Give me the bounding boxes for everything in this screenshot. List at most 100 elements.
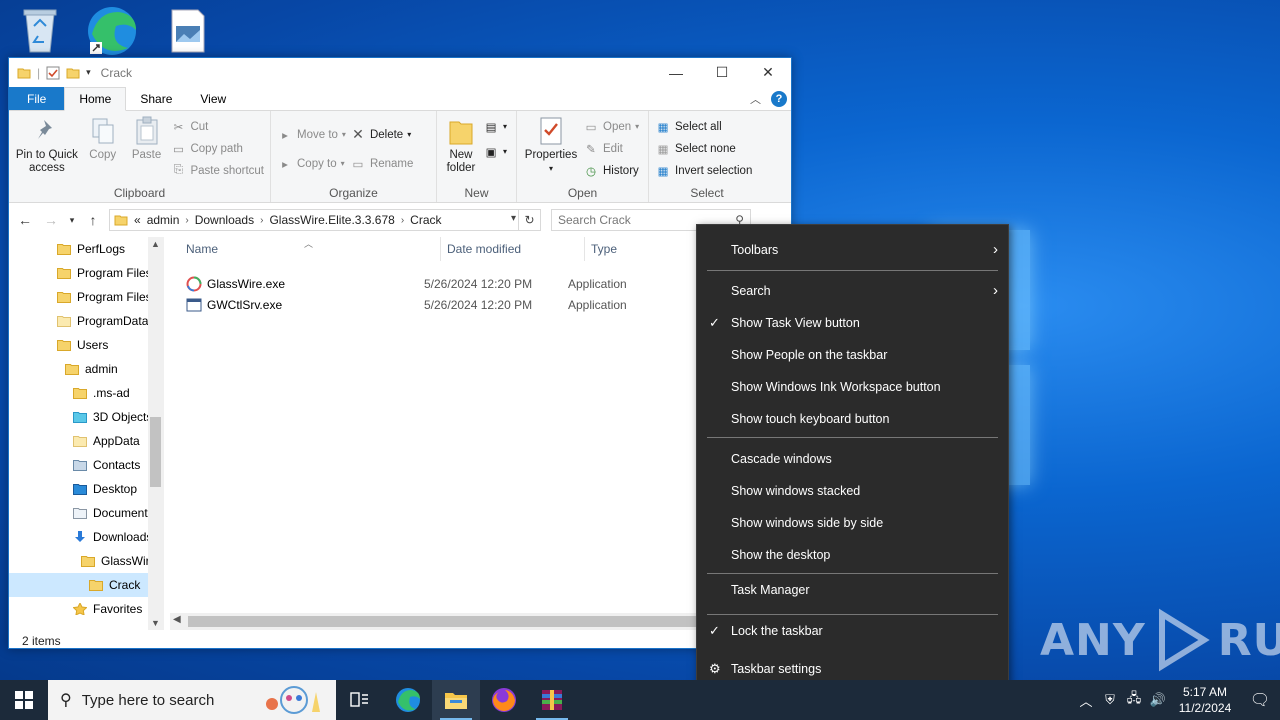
file-explorer-window[interactable]: | ▾ Crack — ☐ ✕ File Home Share View ︿ ?… [8, 57, 792, 649]
edge-shortcut-icon[interactable] [84, 4, 140, 55]
open-button[interactable]: ▭ Open ▾ [583, 117, 640, 136]
nav-item-crack[interactable]: Crack [9, 573, 149, 597]
nav-item-contacts[interactable]: Contacts [9, 453, 149, 477]
refresh-icon[interactable]: ↻ [518, 210, 540, 230]
breadcrumb-separator-icon[interactable]: › [401, 215, 404, 226]
paste-shortcut-button[interactable]: ⎘ Paste shortcut [170, 161, 264, 180]
menu-item-show-windows-side-by-side[interactable]: Show windows side by side [697, 509, 1008, 537]
maximize-button[interactable]: ☐ [699, 58, 745, 87]
menu-item-lock-the-taskbar[interactable]: ✓ Lock the taskbar [697, 617, 1008, 645]
nav-item-program-files[interactable]: Program Files [9, 285, 149, 309]
nav-item-admin[interactable]: admin [9, 357, 149, 381]
edit-button[interactable]: ✎ Edit [583, 139, 639, 158]
nav-item-glasswire[interactable]: GlassWire [9, 549, 149, 573]
breadcrumb-separator-icon[interactable]: › [260, 215, 263, 226]
delete-button[interactable]: ✕ Delete ▾ [350, 125, 413, 144]
select-all-button[interactable]: ▦ Select all [655, 117, 752, 136]
taskbar-file-explorer[interactable] [432, 680, 480, 720]
column-header-type[interactable]: Type [585, 237, 695, 261]
nav-item-program-files[interactable]: Program Files [9, 261, 149, 285]
address-bar[interactable]: « admin › Downloads › GlassWire.Elite.3.… [109, 209, 541, 231]
nav-item-ms-ad[interactable]: .ms-ad [9, 381, 149, 405]
menu-item-toolbars[interactable]: Toolbars › [697, 236, 1008, 264]
menu-item-show-the-desktop[interactable]: Show the desktop [697, 541, 1008, 569]
qat-dropdown-icon[interactable]: ▾ [86, 67, 91, 78]
menu-item-show-task-view-button[interactable]: ✓ Show Task View button [697, 309, 1008, 337]
scroll-left-icon[interactable]: ◀ [173, 614, 181, 625]
menu-item-search[interactable]: Search › [697, 277, 1008, 305]
nav-item-3d-objects[interactable]: 3D Objects [9, 405, 149, 429]
taskbar-firefox[interactable] [480, 680, 528, 720]
nav-item-favorites[interactable]: Favorites [9, 597, 149, 621]
notifications-icon[interactable]: 🗨 [1240, 690, 1280, 710]
cut-button[interactable]: ✂ Cut [170, 117, 264, 136]
taskbar-edge[interactable] [384, 680, 432, 720]
menu-item-show-windows-stacked[interactable]: Show windows stacked [697, 477, 1008, 505]
taskbar[interactable]: ⚲ Type here to search ︿ ⛨ 🖧 🔊 5:17 AM 11… [0, 680, 1280, 720]
tab-share[interactable]: Share [126, 87, 186, 110]
tab-file[interactable]: File [9, 87, 65, 110]
nav-item-perflogs[interactable]: PerfLogs [9, 237, 149, 261]
collapse-ribbon-icon[interactable]: ︿ [750, 91, 761, 107]
security-icon[interactable]: ⛨ [1098, 692, 1122, 708]
start-button[interactable] [0, 680, 48, 720]
invert-selection-button[interactable]: ▦ Invert selection [655, 161, 753, 180]
properties-quick-icon[interactable] [46, 66, 60, 80]
task-view-button[interactable] [336, 680, 384, 720]
breadcrumb-admin[interactable]: admin [147, 213, 180, 227]
title-bar[interactable]: | ▾ Crack — ☐ ✕ [9, 58, 791, 87]
breadcrumb-downloads[interactable]: Downloads [195, 213, 254, 227]
close-button[interactable]: ✕ [745, 58, 791, 87]
nav-item-downloads[interactable]: Downloads [9, 525, 149, 549]
nav-scrollbar[interactable]: ▲ ▼ [148, 237, 163, 630]
nav-item-desktop[interactable]: Desktop [9, 477, 149, 501]
minimize-button[interactable]: — [653, 58, 699, 87]
navigation-pane[interactable]: PerfLogs Program Files Program Files Progra… [9, 237, 164, 630]
menu-item-task-manager[interactable]: Task Manager [697, 576, 1008, 604]
menu-item-cascade-windows[interactable]: Cascade windows [697, 445, 1008, 473]
breadcrumb-overflow[interactable]: « [134, 213, 141, 227]
taskbar-search-box[interactable]: ⚲ Type here to search [48, 680, 336, 720]
breadcrumb-glasswire[interactable]: GlassWire.Elite.3.3.678 [269, 213, 394, 227]
menu-item-show-windows-ink-workspace-button[interactable]: Show Windows Ink Workspace button [697, 373, 1008, 401]
volume-icon[interactable]: 🔊 [1146, 692, 1170, 708]
back-arrow-icon[interactable]: ← [15, 212, 35, 228]
tab-home[interactable]: Home [64, 87, 127, 111]
taskbar-winrar[interactable] [528, 680, 576, 720]
column-header-name[interactable]: Name [164, 237, 441, 261]
image-file-icon[interactable] [160, 6, 216, 56]
copy-to-button[interactable]: ▸ Copy to ▾ [277, 154, 346, 173]
recycle-bin-icon[interactable] [12, 6, 68, 56]
nav-scroll-thumb[interactable] [150, 417, 161, 487]
nav-item-programdata[interactable]: ProgramData [9, 309, 149, 333]
copy-path-button[interactable]: ▭ Copy path [170, 139, 264, 158]
taskbar-context-menu[interactable]: Toolbars › Search › ✓ Show Task View button Sh… [696, 224, 1009, 694]
menu-item-show-people-on-the-taskbar[interactable]: Show People on the taskbar [697, 341, 1008, 369]
address-dropdown-icon[interactable]: ▾ [511, 213, 516, 224]
scroll-up-icon[interactable]: ▲ [148, 239, 163, 249]
horizontal-scroll-thumb[interactable] [188, 616, 708, 627]
nav-item-users[interactable]: Users [9, 333, 149, 357]
show-hidden-icons-icon[interactable]: ︿ [1074, 691, 1098, 710]
recent-locations-icon[interactable]: ▾ [67, 215, 77, 226]
easy-access-button[interactable]: ▣ ▾ [483, 142, 507, 161]
help-icon[interactable]: ? [771, 90, 787, 107]
menu-item-show-touch-keyboard-button[interactable]: Show touch keyboard button [697, 405, 1008, 433]
menu-item-taskbar-settings[interactable]: ⚙ Taskbar settings [697, 655, 1008, 683]
new-folder-quick-icon[interactable] [66, 66, 80, 80]
select-none-button[interactable]: ▦ Select none [655, 139, 752, 158]
nav-item-appdata[interactable]: AppData [9, 429, 149, 453]
up-arrow-icon[interactable]: ↑ [83, 212, 103, 228]
column-header-date[interactable]: Date modified [441, 237, 585, 261]
nav-item-documents[interactable]: Documents [9, 501, 149, 525]
scroll-down-icon[interactable]: ▼ [148, 618, 163, 628]
rename-button[interactable]: ▭ Rename [350, 154, 414, 173]
tab-view[interactable]: View [186, 87, 240, 110]
history-button[interactable]: ◷ History [583, 161, 639, 180]
breadcrumb-separator-icon[interactable]: › [185, 215, 188, 226]
forward-arrow-icon[interactable]: → [41, 212, 61, 228]
breadcrumb-crack[interactable]: Crack [410, 213, 441, 227]
new-item-button[interactable]: ▤ ▾ [483, 117, 507, 136]
network-icon[interactable]: 🖧 [1122, 689, 1146, 711]
move-to-button[interactable]: ▸ Move to ▾ [277, 125, 346, 144]
